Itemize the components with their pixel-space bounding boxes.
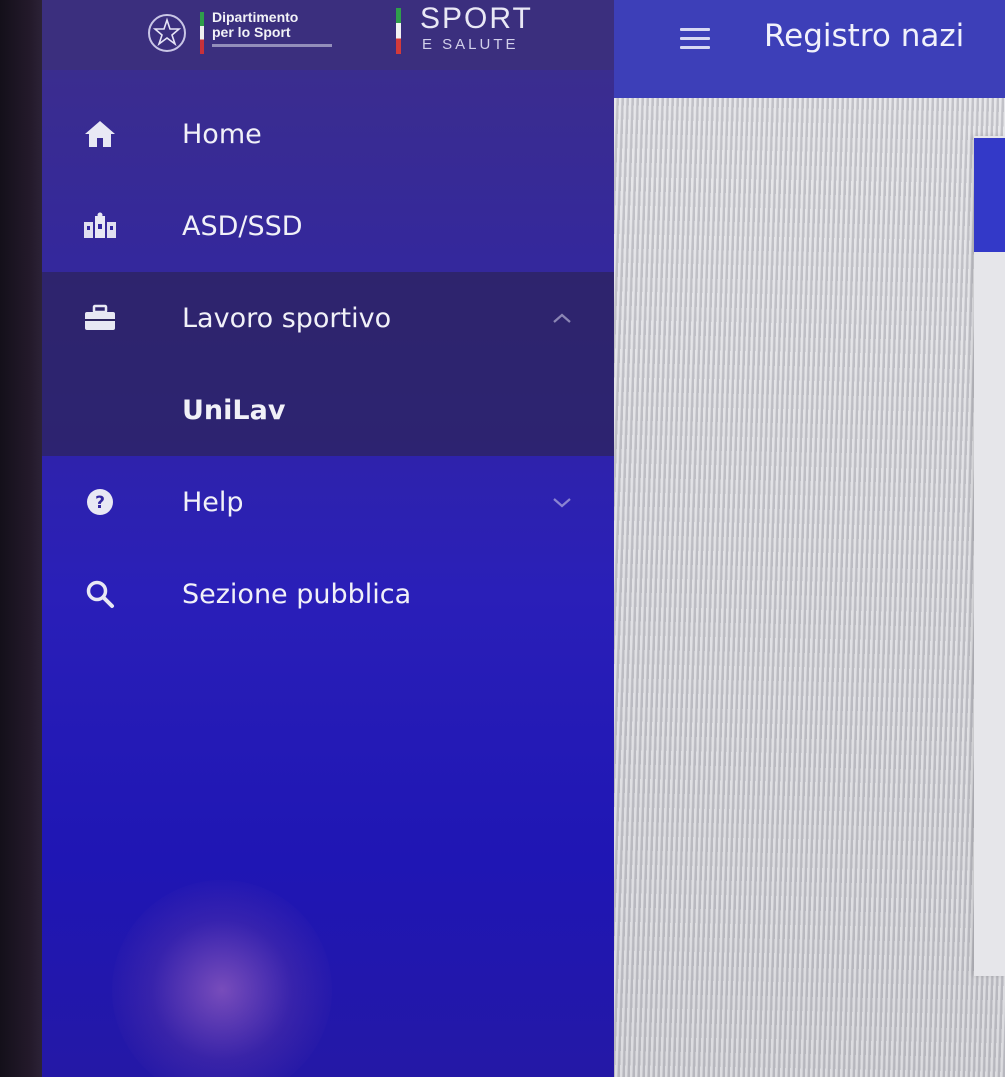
sidebar-item-label: Home (182, 118, 262, 150)
sidebar-item-sezione-pubblica[interactable]: Sezione pubblica (42, 548, 614, 640)
main-content (614, 98, 1005, 1077)
screen: Dipartimento per lo Sport SPORT E SALUTE… (0, 0, 1005, 1077)
sidebar-item-label: Help (182, 486, 244, 518)
tricolor-divider (200, 12, 204, 54)
sports-group-icon (82, 208, 118, 244)
sidebar-item-help[interactable]: ? Help (42, 456, 614, 548)
sidebar-nav: Home ASD/SSD Lavoro sportivo UniLav ? He… (42, 88, 614, 640)
sidebar-item-label: Sezione pubblica (182, 578, 412, 610)
logo-bar: Dipartimento per lo Sport SPORT E SALUTE (42, 0, 614, 70)
page-title: Registro nazi (764, 18, 965, 54)
department-line2: per lo Sport (212, 24, 291, 40)
hamburger-menu-icon[interactable] (680, 28, 710, 52)
sidebar-item-lavoro-sportivo[interactable]: Lavoro sportivo (42, 272, 614, 364)
sidebar-item-label: ASD/SSD (182, 210, 303, 242)
sidebar-item-label: Lavoro sportivo (182, 302, 392, 334)
content-card (974, 136, 1005, 976)
home-icon (82, 116, 118, 152)
department-logo-text: Dipartimento per lo Sport (212, 10, 372, 47)
content-card-header (974, 138, 1005, 252)
briefcase-icon (82, 300, 118, 336)
sidebar-item-asd-ssd[interactable]: ASD/SSD (42, 180, 614, 272)
italian-republic-emblem-icon (148, 14, 186, 52)
monitor-bezel (0, 0, 42, 1077)
sidebar-subitem-unilav[interactable]: UniLav (42, 364, 614, 456)
sidebar: Dipartimento per lo Sport SPORT E SALUTE… (42, 0, 614, 1077)
chevron-up-icon[interactable] (550, 306, 574, 330)
sidebar-item-home[interactable]: Home (42, 88, 614, 180)
department-line1: Dipartimento (212, 9, 299, 25)
sport-logo-subtitle: E SALUTE (422, 36, 519, 53)
search-icon (82, 576, 118, 612)
sport-logo-title: SPORT (420, 2, 533, 35)
chevron-down-icon[interactable] (550, 490, 574, 514)
top-header: Registro nazi (614, 0, 1005, 98)
tricolor-divider-sport (396, 8, 401, 54)
department-subline (212, 44, 332, 47)
sidebar-item-label: UniLav (182, 394, 286, 426)
help-icon: ? (82, 484, 118, 520)
svg-text:?: ? (95, 493, 105, 513)
